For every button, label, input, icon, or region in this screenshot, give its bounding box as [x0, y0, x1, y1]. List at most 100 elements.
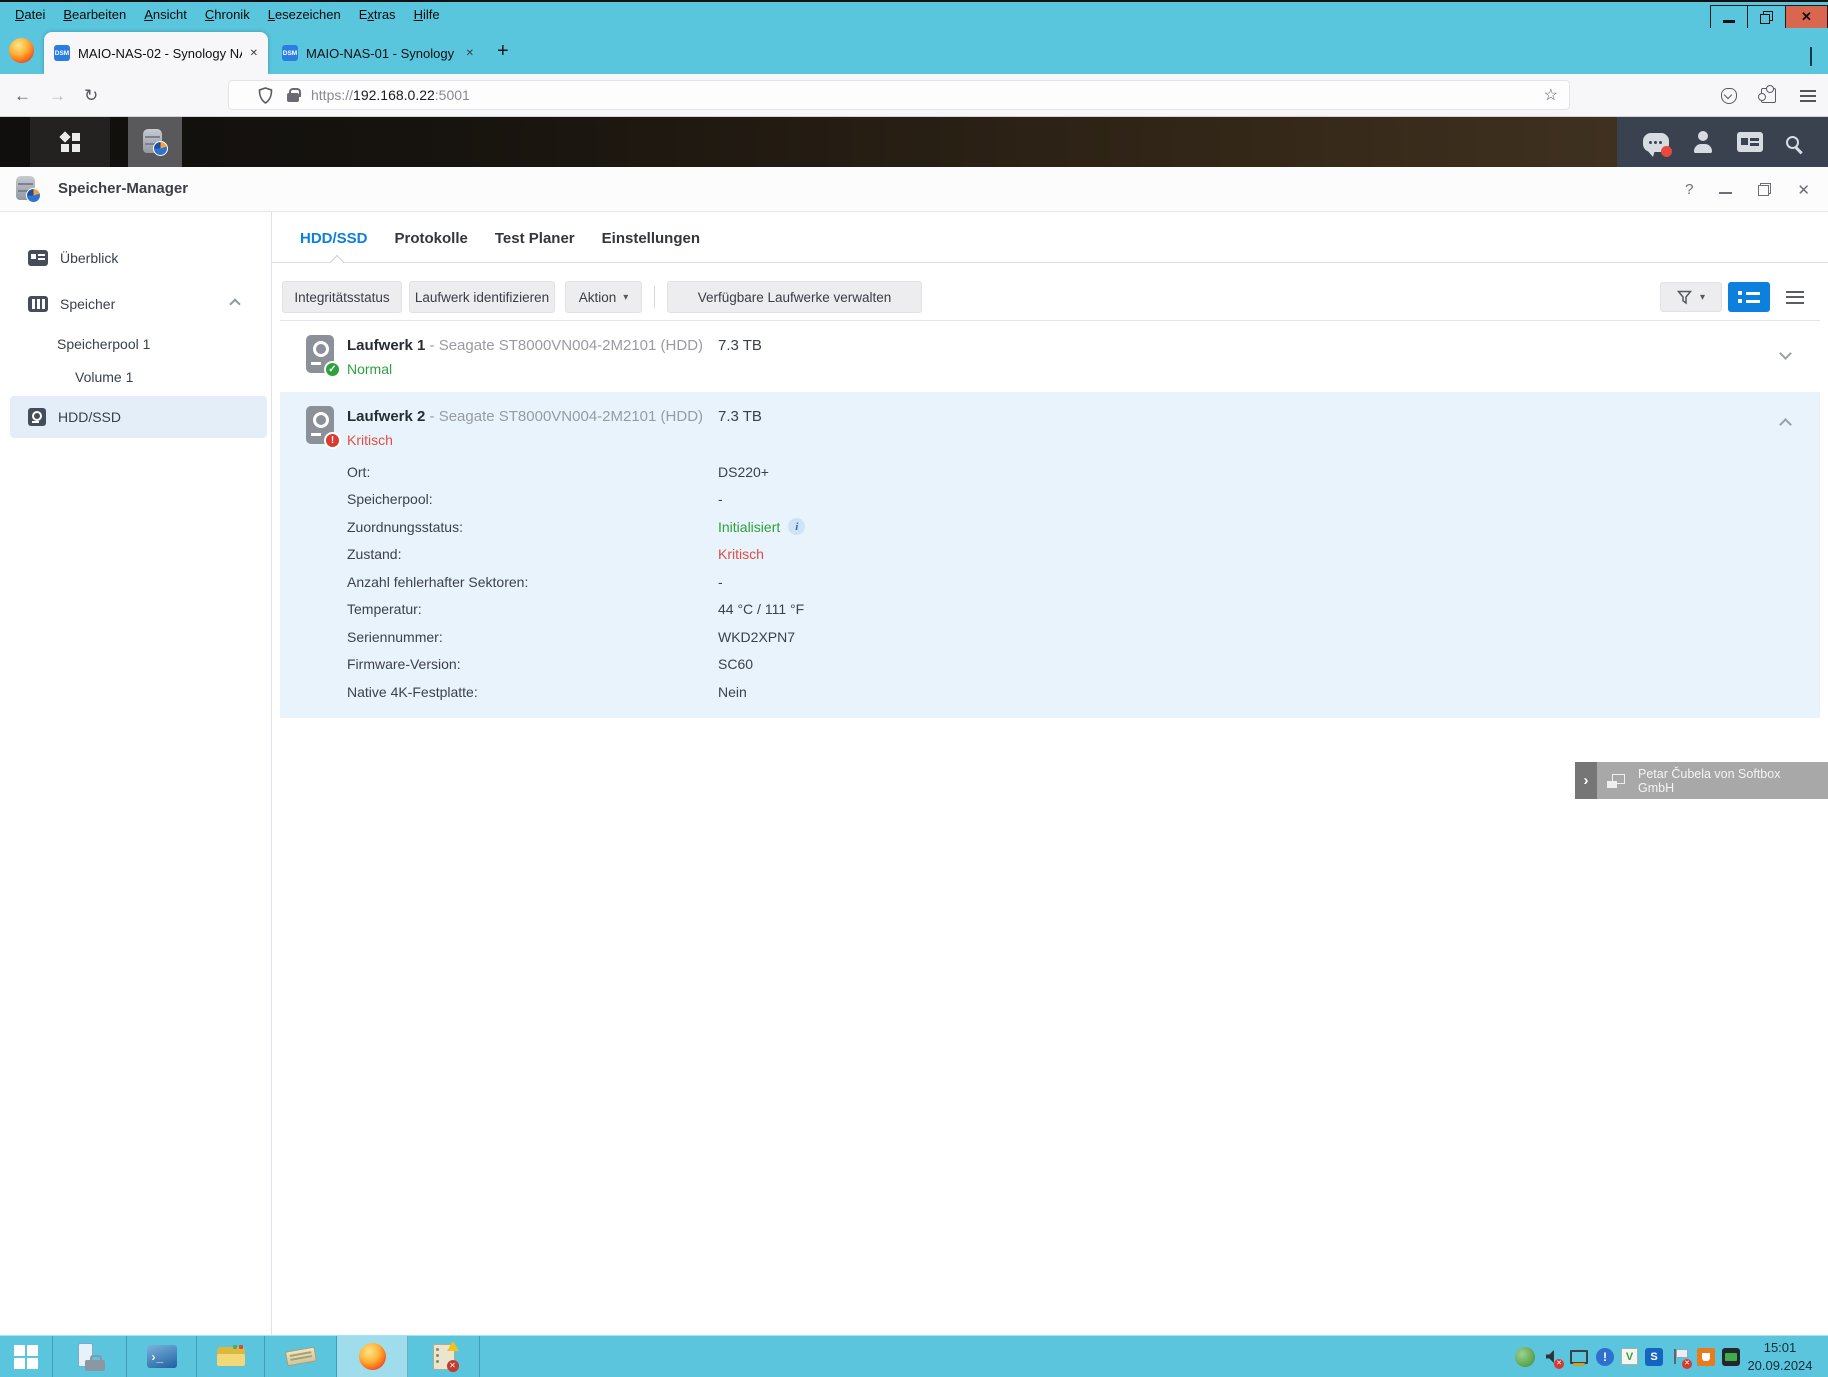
tab-close-icon[interactable]: ✕	[466, 48, 474, 59]
browser-minimize-button[interactable]	[1710, 5, 1748, 29]
start-button[interactable]	[0, 1336, 53, 1377]
screens-icon	[1607, 774, 1625, 788]
bookmark-star-icon[interactable]: ☆	[1544, 85, 1558, 105]
firefox-icon[interactable]	[9, 38, 34, 63]
menu-chronik[interactable]: Chronik	[196, 2, 259, 28]
tray-spybot-icon[interactable]	[1515, 1347, 1535, 1367]
taskbar-fax-scan-button[interactable]	[265, 1336, 337, 1377]
taskbar-clock[interactable]: 15:01 20.09.2024	[1738, 1339, 1822, 1375]
taskbar-device-manager-button[interactable]	[53, 1336, 127, 1377]
taskbar-file-explorer-button[interactable]	[197, 1336, 265, 1377]
drive-row-laufwerk-1[interactable]: ✓ Laufwerk 1 - Seagate ST8000VN004-2M210…	[280, 320, 1820, 392]
help-icon[interactable]: ?	[1685, 181, 1693, 198]
chevron-down-icon[interactable]	[1779, 347, 1792, 360]
pocket-icon[interactable]	[1721, 88, 1737, 104]
tab-einstellungen[interactable]: Einstellungen	[602, 230, 700, 247]
chevron-up-icon[interactable]	[1779, 418, 1792, 431]
tab-maio-nas-01[interactable]: DSM MAIO-NAS-01 - Synology NAS ✕	[272, 32, 484, 74]
overlay-expand-chevron[interactable]: ›	[1575, 762, 1597, 799]
tab-maio-nas-02[interactable]: DSM MAIO-NAS-02 - Synology NAS ✕	[44, 32, 268, 74]
user-account-icon[interactable]	[1692, 131, 1714, 153]
list-view-button[interactable]	[1728, 282, 1770, 312]
drive-model: - Seagate ST8000VN004-2M2101 (HDD)	[430, 337, 703, 354]
tab-overflow-chevron-icon[interactable]	[1810, 47, 1812, 65]
tab-hdd-ssd[interactable]: HDD/SSD	[300, 230, 368, 247]
fax-scan-icon	[284, 1347, 316, 1367]
screen: Datei Bearbeiten Ansicht Chronik Lesezei…	[0, 0, 1828, 1377]
tab-title: MAIO-NAS-01 - Synology NAS	[306, 46, 458, 61]
overlay-text: Petar Čubela von Softbox GmbH	[1638, 767, 1818, 795]
tabs-underline	[272, 262, 1828, 263]
detail-row-native-4k: Native 4K-Festplatte:Nein	[347, 678, 1800, 706]
forward-button[interactable]: →	[49, 87, 66, 104]
toolbar-view-controls: ▾	[1660, 282, 1814, 312]
extensions-puzzle-icon[interactable]	[1761, 88, 1776, 103]
device-manager-icon	[75, 1343, 105, 1371]
powershell-icon	[147, 1345, 177, 1368]
menu-bearbeiten[interactable]: Bearbeiten	[54, 2, 135, 28]
taskbar-event-viewer-button[interactable]	[408, 1336, 480, 1377]
dsm-main-menu-button[interactable]	[30, 117, 110, 167]
identify-drive-button[interactable]: Laufwerk identifizieren	[409, 281, 555, 313]
caret-down-icon: ▾	[623, 292, 628, 303]
app-close-icon[interactable]: ✕	[1797, 181, 1810, 199]
url-bar[interactable]: https://192.168.0.22:5001 ☆	[228, 80, 1570, 110]
tab-test-planer[interactable]: Test Planer	[495, 230, 575, 247]
sidebar-item-ueberblick[interactable]: Überblick	[10, 238, 267, 278]
integrity-status-button[interactable]: Integritätsstatus	[282, 281, 402, 313]
menu-ansicht[interactable]: Ansicht	[135, 2, 196, 28]
detail-row-zuordnungsstatus: Zuordnungsstatus: Initialisierti	[347, 513, 1800, 541]
tray-volume-muted-icon[interactable]	[1542, 1347, 1562, 1367]
menu-datei[interactable]: Datei	[6, 2, 54, 28]
tray-network-icon[interactable]	[1569, 1347, 1589, 1367]
sidebar-item-speicher[interactable]: Speicher	[10, 284, 267, 324]
minimize-icon	[1723, 20, 1735, 23]
taskbar-firefox-button[interactable]	[337, 1336, 408, 1377]
tray-flag-error-icon[interactable]	[1670, 1347, 1690, 1367]
taskbar: ! V S 15:01 20.09.2024	[0, 1335, 1828, 1377]
tab-close-icon[interactable]: ✕	[250, 48, 258, 59]
taskbar-powershell-button[interactable]	[127, 1336, 197, 1377]
notification-badge	[1661, 146, 1672, 157]
info-icon[interactable]: i	[788, 518, 805, 535]
chevron-up-icon[interactable]	[229, 298, 240, 309]
tray-notifier-icon[interactable]: !	[1596, 1348, 1614, 1366]
sidebar-item-hdd-ssd[interactable]: HDD/SSD	[10, 396, 267, 438]
lock-icon[interactable]	[287, 93, 299, 102]
detail-row-temperatur: Temperatur:44 °C / 111 °F	[347, 596, 1800, 624]
active-tab-notch	[330, 255, 344, 269]
nav-right-icons	[1721, 74, 1816, 117]
drive-row-laufwerk-2[interactable]: ! Laufwerk 2 - Seagate ST8000VN004-2M210…	[280, 392, 1820, 718]
action-dropdown-button[interactable]: Aktion▾	[565, 281, 642, 313]
dsm-storage-manager-taskbar-button[interactable]	[128, 117, 182, 167]
overlay-bar[interactable]: Petar Čubela von Softbox GmbH	[1597, 762, 1828, 799]
system-tray: ! V S	[1515, 1336, 1740, 1377]
tab-protokolle[interactable]: Protokolle	[395, 230, 468, 247]
sidebar-item-speicherpool-1[interactable]: Speicherpool 1	[10, 329, 267, 359]
browser-restore-button[interactable]	[1748, 5, 1786, 29]
shield-icon[interactable]	[258, 87, 273, 104]
list-view-icon	[1738, 291, 1769, 295]
search-icon[interactable]	[1786, 136, 1799, 149]
sidebar-item-volume-1[interactable]: Volume 1	[10, 362, 267, 392]
menu-hilfe[interactable]: Hilfe	[405, 2, 449, 28]
reload-button[interactable]: ↻	[84, 87, 98, 104]
app-restore-icon[interactable]	[1758, 183, 1771, 196]
notifications-chat-icon[interactable]	[1643, 133, 1669, 152]
back-button[interactable]: ←	[14, 87, 31, 104]
new-tab-button[interactable]: +	[497, 40, 509, 63]
hamburger-menu-icon[interactable]	[1800, 90, 1816, 102]
menu-lesezeichen[interactable]: Lesezeichen	[259, 2, 350, 28]
drive-size: 7.3 TB	[718, 337, 762, 354]
filter-button[interactable]: ▾	[1660, 282, 1722, 312]
manage-available-drives-button[interactable]: Verfügbare Laufwerke verwalten	[667, 281, 922, 313]
compact-view-button[interactable]	[1776, 282, 1814, 312]
menu-extras[interactable]: Extras	[350, 2, 405, 28]
browser-window-controls: ✕	[1710, 5, 1828, 29]
browser-close-button[interactable]: ✕	[1786, 5, 1828, 29]
tray-vshield-icon[interactable]: V	[1621, 1348, 1638, 1365]
app-minimize-icon[interactable]	[1719, 192, 1732, 194]
tray-sophos-icon[interactable]: S	[1645, 1348, 1663, 1366]
widgets-icon[interactable]	[1737, 132, 1763, 152]
tray-java-icon[interactable]	[1697, 1348, 1715, 1366]
